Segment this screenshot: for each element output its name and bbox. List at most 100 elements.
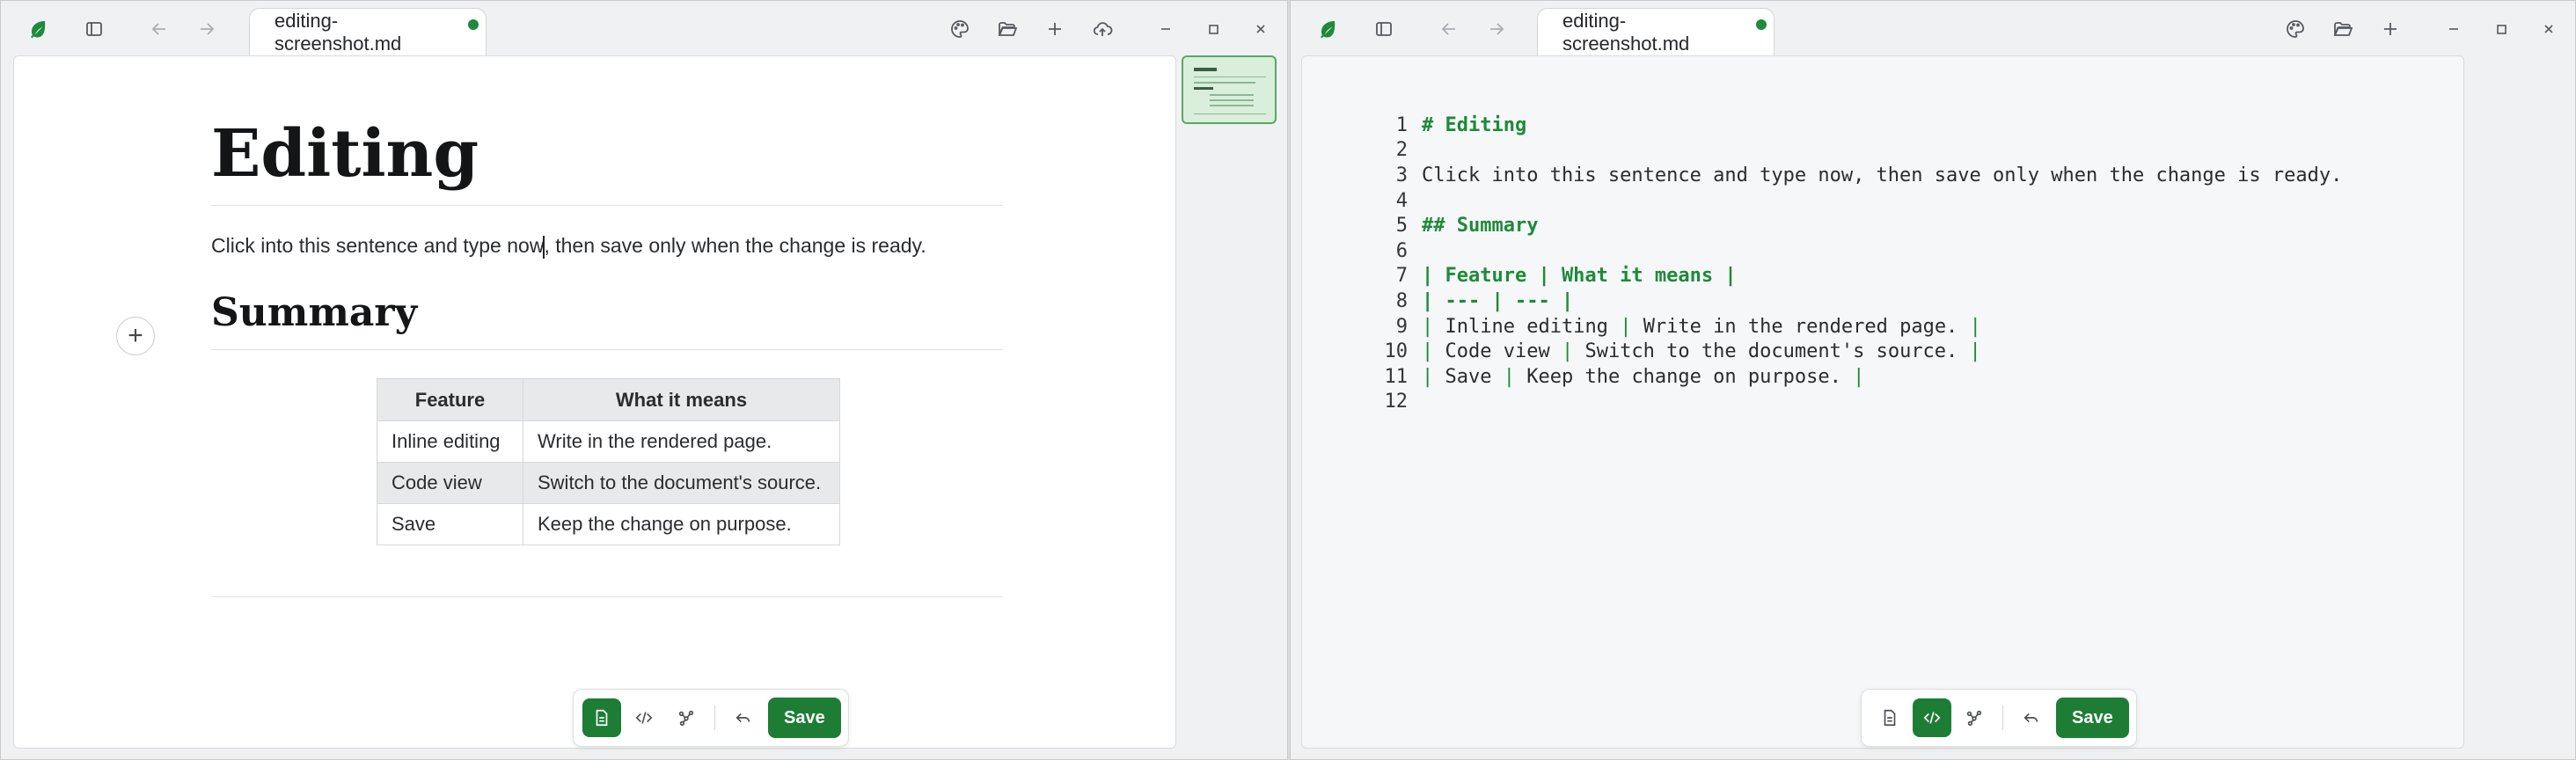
code-line[interactable]: 5 ## Summary	[1364, 213, 2342, 238]
code-line[interactable]: 7 | Feature | What it means |	[1364, 264, 2342, 289]
maximize-icon[interactable]	[2485, 13, 2517, 45]
graph-view-button[interactable]	[667, 698, 706, 737]
code-view-button[interactable]	[625, 698, 663, 737]
code-editor-pane[interactable]: 1 # Editing 2 3 Click into this sentence and…	[1301, 55, 2464, 749]
tab-document[interactable]: editing-screenshot.md	[1537, 8, 1775, 55]
close-icon[interactable]	[1245, 13, 1277, 45]
forward-arrow-icon[interactable]	[1481, 13, 1512, 45]
code-line[interactable]: 3 Click into this sentence and type now, …	[1364, 163, 2343, 188]
code-token[interactable]: ## Summary	[1422, 215, 1538, 237]
save-button[interactable]: Save	[768, 698, 841, 738]
code-token[interactable]: Keep the change on purpose.	[1526, 366, 1853, 388]
table-header-cell[interactable]: Feature	[377, 378, 523, 421]
code-line[interactable]: 6	[1364, 238, 2342, 264]
code-line[interactable]: 9 | Inline editing | Write in the rendere…	[1364, 314, 2342, 340]
summary-table[interactable]: Feature What it means Inline editing Wri…	[377, 378, 840, 545]
line-number: 8	[1395, 289, 1408, 312]
code-token[interactable]: |	[1853, 366, 1864, 388]
new-file-plus-icon[interactable]	[1039, 13, 1071, 45]
code-line[interactable]: 11 | Save | Keep the change on purpose. |	[1364, 364, 2342, 390]
table-cell[interactable]: Save	[377, 503, 523, 545]
code-token[interactable]: | Feature | What it means |	[1422, 265, 1737, 287]
sidebar-toggle-icon[interactable]	[1368, 13, 1400, 45]
section-heading[interactable]: Summary	[211, 290, 417, 335]
undo-button[interactable]	[2012, 698, 2051, 737]
new-file-plus-icon[interactable]	[2375, 13, 2406, 45]
table-cell[interactable]: Switch to the document's source.	[523, 462, 840, 504]
maximize-icon[interactable]	[1197, 13, 1229, 45]
cloud-upload-icon[interactable]	[1087, 13, 1118, 45]
save-button[interactable]: Save	[2056, 698, 2129, 738]
code-token[interactable]: Save	[1445, 366, 1504, 388]
code-line[interactable]: 1 # Editing	[1364, 113, 2342, 138]
heading-rule	[211, 205, 1003, 206]
unsaved-dot	[468, 19, 479, 30]
body-paragraph[interactable]: Click into this sentence and type now, t…	[211, 234, 926, 259]
line-number: 1	[1395, 113, 1408, 136]
horizontal-rule	[211, 596, 1003, 597]
palette-icon[interactable]	[944, 13, 976, 45]
code-line[interactable]: 2	[1364, 138, 2342, 164]
code-token[interactable]: Write in the rendered page.	[1643, 316, 1970, 338]
toolbar-divider	[2002, 705, 2003, 730]
code-line[interactable]: 8 | --- | --- |	[1364, 289, 2342, 314]
back-arrow-icon[interactable]	[143, 13, 175, 45]
code-line[interactable]: 4	[1364, 188, 2342, 214]
table-row: Save Keep the change on purpose.	[377, 503, 840, 545]
code-token[interactable]: |	[1970, 316, 1981, 338]
toolbar-divider	[714, 705, 715, 730]
code-editor[interactable]: 1 # Editing 2 3 Click into this sentence and…	[1364, 113, 2343, 415]
table-cell[interactable]: Write in the rendered page.	[523, 420, 840, 463]
code-token[interactable]: |	[1562, 340, 1585, 362]
table-cell[interactable]: Code view	[377, 462, 523, 504]
code-token[interactable]: Inline editing	[1445, 316, 1621, 338]
code-token[interactable]: | --- | --- |	[1422, 290, 1573, 312]
code-token[interactable]: |	[1620, 316, 1643, 338]
add-block-plus-icon[interactable]: +	[116, 317, 155, 355]
code-view-button[interactable]	[1913, 698, 1951, 737]
forward-arrow-icon[interactable]	[191, 13, 223, 45]
table-cell[interactable]: Inline editing	[377, 420, 523, 463]
rendered-view-button[interactable]	[1870, 698, 1909, 737]
code-token[interactable]: |	[1422, 366, 1445, 388]
code-line[interactable]: 10 | Code view | Switch to the document's…	[1364, 339, 2342, 364]
page-title[interactable]: Editing	[211, 116, 479, 192]
code-token[interactable]: Click into this sentence and type now, t…	[1422, 164, 2342, 186]
title-bar: editing-screenshot.md	[1, 1, 1287, 55]
paragraph-text-after-caret[interactable]: , then save only when the change is read…	[544, 234, 926, 257]
code-line[interactable]: 12	[1364, 390, 2342, 415]
folder-open-icon[interactable]	[992, 13, 1023, 45]
code-token[interactable]: |	[1970, 340, 1981, 362]
table-header-cell[interactable]: What it means	[523, 378, 840, 421]
paragraph-text-before-caret[interactable]: Click into this sentence and type now	[211, 234, 544, 257]
rendered-view-button[interactable]	[582, 698, 621, 737]
app-window-code: editing-screenshot.md 1 # Editing 2 3 Click …	[1290, 0, 2576, 760]
palette-icon[interactable]	[2280, 13, 2311, 45]
code-token[interactable]: # Editing	[1422, 114, 1526, 136]
back-arrow-icon[interactable]	[1433, 13, 1465, 45]
graph-view-button[interactable]	[1955, 698, 1994, 737]
minimize-icon[interactable]	[1150, 13, 1182, 45]
code-icon	[1923, 712, 1941, 724]
line-number: 6	[1395, 239, 1408, 262]
line-number: 12	[1384, 391, 1409, 413]
table-cell[interactable]: Keep the change on purpose.	[523, 503, 840, 545]
rendered-editor-pane[interactable]: + Editing Click into this sentence and t…	[13, 55, 1176, 749]
line-number: 2	[1395, 139, 1408, 162]
code-token[interactable]: Code view	[1445, 340, 1562, 362]
code-token[interactable]: Switch to the document's source.	[1584, 340, 1969, 362]
folder-open-icon[interactable]	[2327, 13, 2359, 45]
document-icon	[1884, 709, 1896, 727]
undo-button[interactable]	[724, 698, 763, 737]
tab-document[interactable]: editing-screenshot.md	[249, 8, 487, 55]
code-token[interactable]: |	[1504, 366, 1527, 388]
page-thumbnail[interactable]	[1182, 55, 1277, 124]
code-token[interactable]: |	[1422, 316, 1445, 338]
section-rule	[211, 349, 1003, 350]
floating-toolbar: Save	[573, 689, 849, 747]
close-icon[interactable]	[2533, 13, 2565, 45]
sidebar-toggle-icon[interactable]	[78, 13, 110, 45]
minimize-icon[interactable]	[2438, 13, 2470, 45]
line-number: 4	[1395, 189, 1408, 212]
code-token[interactable]: |	[1422, 340, 1445, 362]
